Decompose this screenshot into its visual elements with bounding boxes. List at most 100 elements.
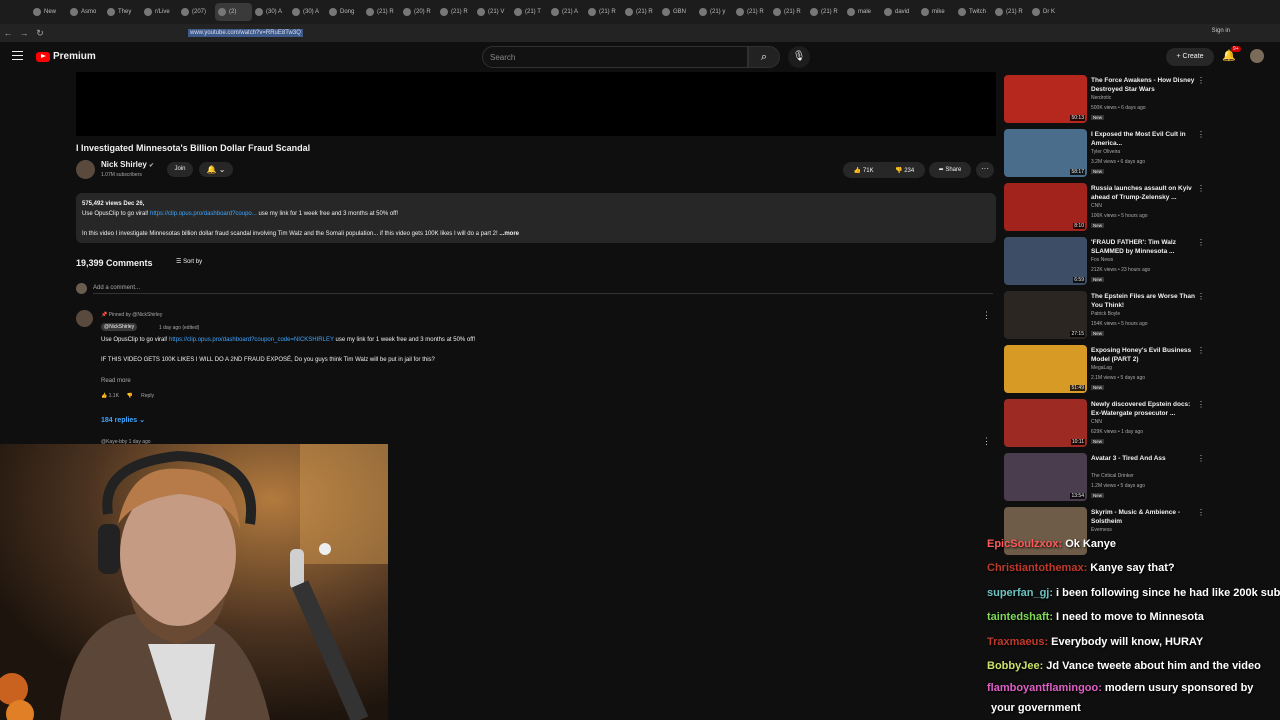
recommended-title[interactable]: The Force Awakens - How Disney Destroyed… (1091, 76, 1196, 94)
channel-avatar[interactable] (76, 160, 95, 179)
browser-tab[interactable]: r/Live (141, 3, 178, 21)
comment-author-chip[interactable]: @NickShirley (101, 323, 138, 331)
recommended-channel[interactable]: Fox News (1091, 257, 1113, 263)
browser-tab[interactable]: (21) R (733, 3, 770, 21)
browser-tab[interactable]: mike (918, 3, 955, 21)
reload-icon[interactable]: ↻ (32, 28, 48, 39)
reply-button[interactable]: Reply (141, 393, 154, 399)
browser-tab[interactable]: (21) T (511, 3, 548, 21)
share-button[interactable]: ➦ Share (929, 162, 971, 178)
browser-tab[interactable]: Dr K (1029, 3, 1066, 21)
browser-tab[interactable]: Dong (326, 3, 363, 21)
back-icon[interactable]: ← (0, 28, 16, 38)
recommended-title[interactable]: Newly discovered Epstein docs: Ex-Waterg… (1091, 400, 1196, 418)
comment-dislike-icon[interactable]: 👎 (127, 393, 133, 399)
video-menu-icon[interactable]: ⋮ (1197, 130, 1205, 139)
recommended-channel[interactable]: The Critical Drinker (1091, 473, 1134, 479)
chat-username[interactable]: superfan_gj: (987, 587, 1053, 599)
read-more-link[interactable]: Read more (101, 378, 131, 384)
browser-tab[interactable]: david (881, 3, 918, 21)
dislike-button[interactable]: 👎 234 (895, 167, 914, 174)
chat-username[interactable]: BobbyJee: (987, 660, 1043, 672)
browser-tab[interactable]: (30) A (252, 3, 289, 21)
browser-tab[interactable]: New (30, 3, 67, 21)
browser-tab[interactable]: (20) R (400, 3, 437, 21)
recommended-video[interactable]: 51:49 Exposing Honey's Evil Business Mode… (1004, 343, 1205, 395)
recommended-video[interactable]: 27:15 The Epstein Files are Worse Than Yo… (1004, 289, 1205, 341)
recommended-channel[interactable]: Nerdrotic (1091, 95, 1111, 101)
video-menu-icon[interactable]: ⋮ (1197, 292, 1205, 301)
comment-author-avatar[interactable] (76, 310, 93, 327)
browser-tab[interactable]: (21) R (437, 3, 474, 21)
chat-username[interactable]: EpicSoulzxox: (987, 538, 1062, 550)
channel-name[interactable]: Nick Shirley ✔ (101, 160, 154, 169)
browser-tab[interactable]: (21) V (474, 3, 511, 21)
comment-time[interactable]: 1 day ago (edited) (159, 325, 199, 331)
replies-toggle[interactable]: 184 replies ⌄ (101, 416, 145, 424)
account-avatar[interactable] (1250, 49, 1264, 63)
recommended-title[interactable]: I Exposed the Most Evil Cult in America.… (1091, 130, 1196, 148)
browser-tab[interactable]: (21) R (770, 3, 807, 21)
recommended-channel[interactable]: Tyler Oliveira (1091, 149, 1120, 155)
video-menu-icon[interactable]: ⋮ (1197, 184, 1205, 193)
video-thumbnail[interactable]: 51:49 (1004, 345, 1087, 393)
address-bar[interactable]: www.youtube.com/watch?v=RRuE8Tw3Q (188, 29, 303, 37)
video-menu-icon[interactable]: ⋮ (1197, 76, 1205, 85)
recommended-channel[interactable]: CNN (1091, 203, 1102, 209)
recommended-video[interactable]: 50:13 The Force Awakens - How Disney Dest… (1004, 73, 1205, 125)
browser-tab[interactable]: (2) (215, 3, 252, 21)
sign-in-button[interactable]: Sign in (1212, 28, 1230, 34)
recommended-title[interactable]: Exposing Honey's Evil Business Model (PA… (1091, 346, 1196, 364)
chat-username[interactable]: Christiantothemax: (987, 562, 1087, 574)
comment-link[interactable]: https://clip.opus.pro/dashboard?coupon_c… (169, 337, 334, 343)
browser-tab[interactable]: (207) (178, 3, 215, 21)
video-thumbnail[interactable]: 10:11 (1004, 399, 1087, 447)
video-thumbnail[interactable]: 13:54 (1004, 453, 1087, 501)
chat-username[interactable]: Traxmaeus: (987, 636, 1048, 648)
subscription-bell-button[interactable]: 🔔 ⌄ (199, 162, 233, 177)
video-thumbnail[interactable]: 8:10 (1004, 183, 1087, 231)
comment-menu-icon[interactable]: ⋮ (982, 436, 991, 447)
add-comment-input[interactable]: Add a comment... (93, 285, 993, 294)
description-link[interactable]: https://clip.opus.pro/dashboard?coupo... (150, 211, 257, 217)
video-thumbnail[interactable]: 50:13 (1004, 75, 1087, 123)
menu-icon[interactable] (12, 51, 23, 60)
browser-tab[interactable]: (21) R (585, 3, 622, 21)
video-thumbnail[interactable]: 58:17 (1004, 129, 1087, 177)
recommended-channel[interactable]: Patrick Boyle (1091, 311, 1120, 317)
video-menu-icon[interactable]: ⋮ (1197, 508, 1205, 517)
browser-tab[interactable]: GBN (659, 3, 696, 21)
browser-tab[interactable]: (21) R (622, 3, 659, 21)
recommended-title[interactable]: 'FRAUD FATHER': Tim Walz SLAMMED by Minn… (1091, 238, 1196, 256)
chat-username[interactable]: flamboyantflamingoo: (987, 682, 1102, 694)
chat-username[interactable]: taintedshaft: (987, 611, 1053, 623)
browser-tab[interactable]: They (104, 3, 141, 21)
browser-tab[interactable]: (21) R (807, 3, 844, 21)
like-button[interactable]: 👍 71K (854, 167, 874, 174)
video-thumbnail[interactable]: 27:15 (1004, 291, 1087, 339)
browser-tab[interactable]: (21) y (696, 3, 733, 21)
search-button[interactable]: ⌕ (748, 46, 780, 68)
youtube-logo[interactable]: Premium (36, 51, 96, 62)
recommended-title[interactable]: Russia launches assault on Kyiv ahead of… (1091, 184, 1196, 202)
comment-menu-icon[interactable]: ⋮ (982, 310, 991, 321)
recommended-video[interactable]: 10:11 Newly discovered Epstein docs: Ex-W… (1004, 397, 1205, 449)
recommended-video[interactable]: 58:17 I Exposed the Most Evil Cult in Ame… (1004, 127, 1205, 179)
video-player[interactable] (76, 72, 996, 136)
browser-tab[interactable]: Twitch (955, 3, 992, 21)
video-menu-icon[interactable]: ⋮ (1197, 346, 1205, 355)
browser-tab[interactable]: (21) A (548, 3, 585, 21)
more-actions-button[interactable]: ··· (976, 162, 994, 178)
video-menu-icon[interactable]: ⋮ (1197, 400, 1205, 409)
video-menu-icon[interactable]: ⋮ (1197, 238, 1205, 247)
recommended-title[interactable]: Avatar 3 - Tired And Ass (1091, 454, 1196, 463)
browser-tab[interactable]: Asmo (67, 3, 104, 21)
recommended-title[interactable]: The Epstein Files are Worse Than You Thi… (1091, 292, 1196, 310)
video-menu-icon[interactable]: ⋮ (1197, 454, 1205, 463)
join-button[interactable]: Join (167, 162, 193, 177)
comment-like-button[interactable]: 👍 1.1K (101, 393, 119, 399)
browser-tab[interactable]: male (844, 3, 881, 21)
voice-search-button[interactable]: 🎙 (788, 46, 810, 68)
description-box[interactable]: 575,492 views Dec 26, Use OpusClip to go… (76, 193, 996, 243)
create-button[interactable]: + Create (1166, 48, 1214, 66)
